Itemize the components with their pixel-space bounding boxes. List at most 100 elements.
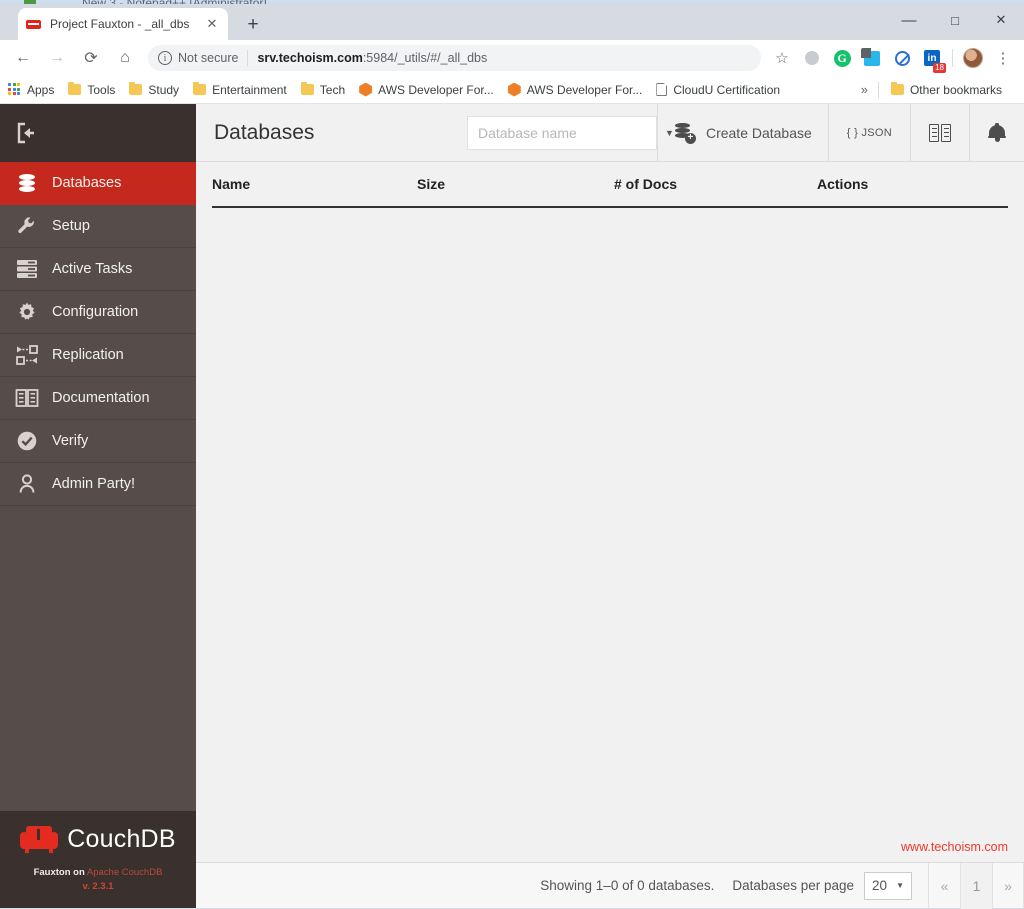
toolbar-divider — [952, 49, 953, 67]
tasks-list-icon — [14, 257, 40, 281]
database-icon — [14, 171, 40, 195]
create-database-button[interactable]: + Create Database — [656, 104, 828, 161]
notifications-button[interactable] — [969, 104, 1024, 161]
forward-icon[interactable]: → — [43, 44, 71, 72]
sidebar-item-admin-party[interactable]: Admin Party! — [0, 463, 196, 506]
extension-circle-icon[interactable] — [800, 46, 824, 70]
pagination-footer: Showing 1–0 of 0 databases. Databases pe… — [196, 862, 1024, 909]
pagination: « 1 » — [928, 862, 1024, 909]
sidebar-item-label: Configuration — [52, 304, 139, 320]
bookmark-label: Tools — [87, 82, 116, 97]
sidebar-item-replication[interactable]: Replication — [0, 334, 196, 377]
sidebar-item-active-tasks[interactable]: Active Tasks — [0, 248, 196, 291]
url-path: :5984/_utils/#/_all_dbs — [362, 51, 488, 65]
linkedin-icon[interactable]: in 18 — [920, 46, 946, 73]
browser-tab[interactable]: Project Fauxton - _all_dbs ✕ — [18, 8, 228, 40]
bookmark-cloudu-certification[interactable]: CloudU Certification — [656, 83, 780, 97]
window-controls: — □ ✕ — [886, 4, 1024, 36]
grammarly-icon[interactable]: G — [830, 46, 854, 70]
book-icon — [14, 386, 40, 410]
home-icon[interactable]: ⌂ — [111, 44, 139, 72]
bookmarks-overflow-icon[interactable]: » — [861, 82, 868, 97]
reload-icon[interactable]: ⟳ — [77, 44, 105, 72]
folder-icon — [890, 82, 904, 95]
database-add-icon: + — [674, 122, 696, 144]
page-header: Databases ▼ + Create Database { } JSON — [196, 104, 1024, 162]
bookmarks-divider — [877, 81, 879, 98]
user-icon — [14, 472, 40, 496]
chevron-down-icon: ▼ — [896, 881, 904, 890]
page-icon — [656, 83, 668, 96]
tab-title: Project Fauxton - _all_dbs — [50, 17, 190, 31]
sidebar-item-databases[interactable]: Databases — [0, 162, 196, 205]
wrench-icon — [14, 214, 40, 238]
sidebar-item-setup[interactable]: Setup — [0, 205, 196, 248]
check-circle-icon — [14, 429, 40, 453]
bell-icon — [988, 122, 1006, 143]
bookmark-label: Tech — [319, 82, 346, 97]
bookmark-tools[interactable]: Tools — [68, 82, 116, 97]
sidebar: Databases Setup Active Tasks Configurati… — [0, 104, 196, 908]
close-window-button[interactable]: ✕ — [978, 4, 1024, 36]
adblock-icon[interactable] — [890, 46, 914, 70]
bookmark-aws-developer-forum-2[interactable]: AWS Developer For... — [507, 82, 643, 97]
avatar[interactable] — [961, 46, 985, 70]
sidebar-item-documentation[interactable]: Documentation — [0, 377, 196, 420]
main-content: Databases ▼ + Create Database { } JSON — [196, 104, 1024, 909]
bookmark-apps[interactable]: Apps — [8, 83, 54, 97]
json-label: { } JSON — [846, 126, 892, 139]
bookmark-star-icon[interactable]: ☆ — [770, 46, 794, 70]
collapse-arrow-icon[interactable] — [14, 121, 40, 145]
credit-prefix: Fauxton on — [33, 867, 85, 878]
bookmark-study[interactable]: Study — [129, 82, 180, 97]
bookmarks-bar: Apps Tools Study Entertainment Tech AWS … — [0, 76, 1024, 104]
sidebar-item-label: Verify — [52, 433, 89, 449]
bookmark-label: AWS Developer For... — [378, 82, 494, 97]
folder-icon — [68, 82, 82, 95]
pagination-prev[interactable]: « — [928, 862, 960, 909]
pagination-page-1[interactable]: 1 — [960, 862, 992, 909]
tab-strip: Project Fauxton - _all_dbs ✕ + — □ ✕ — [0, 4, 1024, 40]
search-input[interactable] — [477, 124, 659, 141]
sidebar-header — [0, 104, 196, 162]
maximize-button[interactable]: □ — [932, 4, 978, 36]
couch-icon — [20, 826, 59, 853]
other-bookmarks[interactable]: Other bookmarks — [890, 82, 1002, 97]
column-header-docs: # of Docs — [614, 176, 678, 192]
bookmark-tech[interactable]: Tech — [300, 82, 346, 97]
linkedin-badge: 18 — [933, 63, 946, 73]
address-bar[interactable]: i Not secure srv.techoism.com:5984/_util… — [148, 45, 761, 71]
info-icon: i — [158, 51, 172, 65]
page-viewport: Databases Setup Active Tasks Configurati… — [0, 104, 1024, 909]
bookmark-label: Study — [148, 82, 180, 97]
bookmark-aws-developer-forum-1[interactable]: AWS Developer For... — [359, 82, 494, 97]
per-page-select[interactable]: 20 ▼ — [864, 871, 912, 900]
sidebar-item-configuration[interactable]: Configuration — [0, 291, 196, 334]
browser-window: Project Fauxton - _all_dbs ✕ + — □ ✕ ← →… — [0, 4, 1024, 909]
bookmark-entertainment[interactable]: Entertainment — [193, 82, 287, 97]
credit-link[interactable]: Apache CouchDB — [87, 867, 163, 878]
sidebar-nav: Databases Setup Active Tasks Configurati… — [0, 162, 196, 506]
url-host: srv.techoism.com — [257, 51, 363, 65]
back-icon[interactable]: ← — [9, 44, 37, 72]
json-button[interactable]: { } JSON — [827, 104, 910, 161]
bookmark-label: AWS Developer For... — [526, 82, 643, 97]
new-tab-button[interactable]: + — [240, 12, 266, 38]
pagination-next[interactable]: » — [992, 862, 1024, 909]
browser-toolbar: ← → ⟳ ⌂ i Not secure srv.techoism.com:59… — [0, 40, 1024, 76]
database-search-field[interactable]: ▼ — [466, 115, 674, 150]
table-body — [196, 208, 1024, 228]
documentation-button[interactable] — [910, 104, 969, 161]
minimize-button[interactable]: — — [886, 4, 932, 36]
gear-icon — [14, 300, 40, 324]
sidebar-item-verify[interactable]: Verify — [0, 420, 196, 463]
couchdb-favicon-icon — [26, 18, 41, 31]
close-tab-icon[interactable]: ✕ — [204, 16, 220, 32]
folder-icon — [193, 82, 207, 95]
export-icon[interactable] — [860, 46, 884, 70]
chrome-menu-icon[interactable]: ⋮ — [991, 46, 1015, 70]
version-number: v. 2.3.1 — [82, 881, 114, 892]
bookmark-label: Apps — [27, 82, 55, 97]
other-bookmarks-label: Other bookmarks — [909, 82, 1002, 97]
documentation-book-icon — [929, 123, 951, 142]
